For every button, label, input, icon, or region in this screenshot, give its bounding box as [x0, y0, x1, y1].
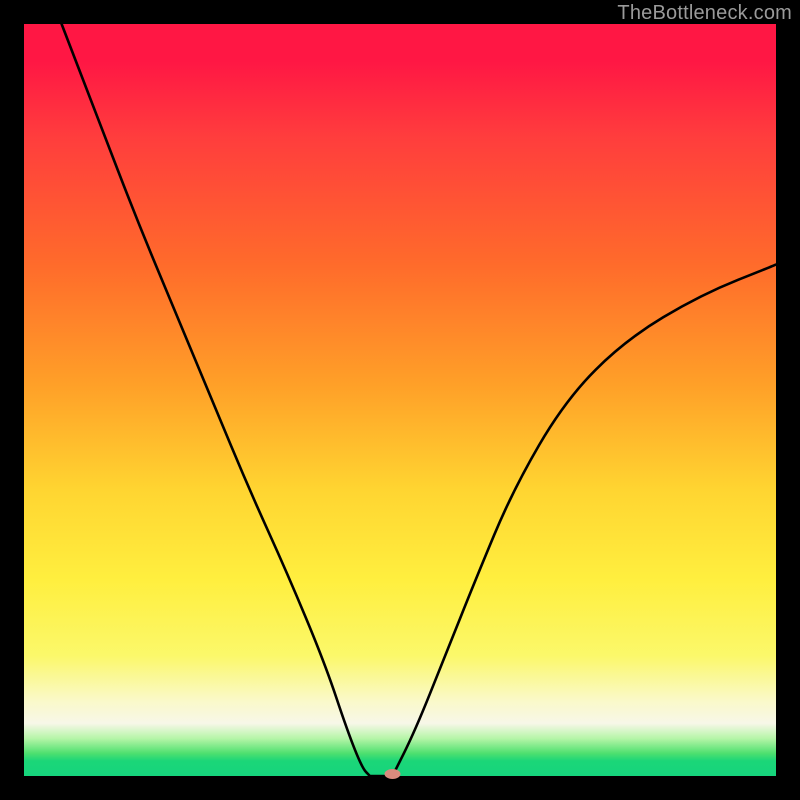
chart-svg	[24, 24, 776, 776]
outer-frame: TheBottleneck.com	[0, 0, 800, 800]
watermark-text: TheBottleneck.com	[617, 2, 792, 25]
bottleneck-curve	[62, 24, 776, 776]
min-point-marker	[385, 769, 401, 779]
